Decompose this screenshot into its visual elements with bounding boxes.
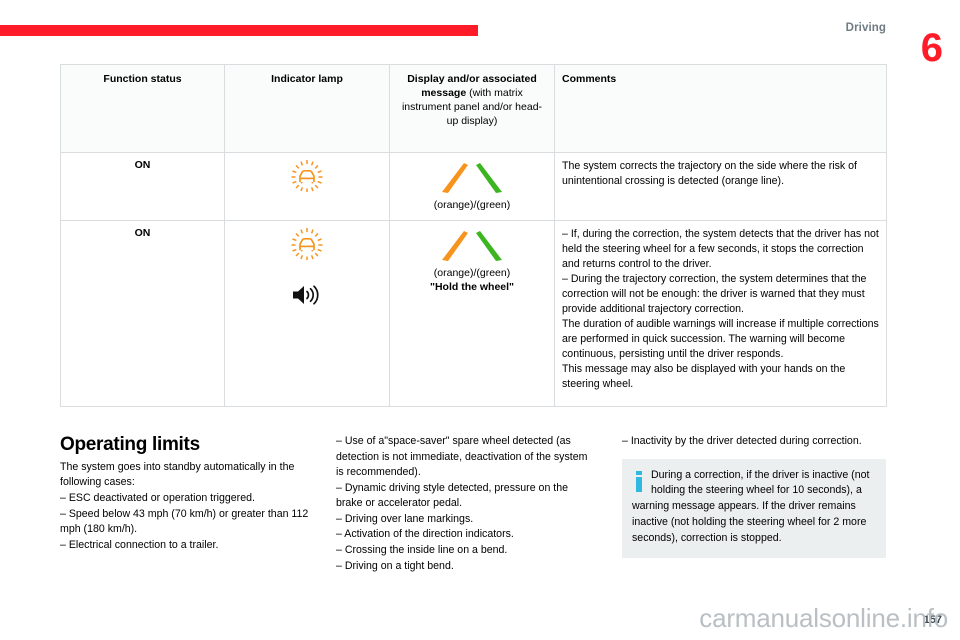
operating-limits-item: – Driving on a tight bend. bbox=[336, 559, 454, 572]
cell-function-status: ON bbox=[60, 220, 225, 407]
column-header-comments: Comments bbox=[554, 64, 887, 153]
table-header-row: Function status Indicator lamp Display a… bbox=[60, 64, 887, 153]
speaker-icon bbox=[292, 284, 322, 306]
table-row: ON bbox=[60, 220, 887, 407]
lane-keeping-assist-warning-icon bbox=[289, 227, 325, 261]
operating-limits-column: Operating limits The system goes into st… bbox=[60, 434, 316, 553]
function-status-table: Function status Indicator lamp Display a… bbox=[60, 64, 887, 407]
manual-page: Driving 6 Function status Indicator lamp… bbox=[0, 0, 960, 640]
column-header-display-message: Display and/or associated message (with … bbox=[389, 64, 555, 153]
operating-limits-intro: The system goes into standby automatical… bbox=[60, 460, 295, 489]
cell-display-message: (orange)/(green) "Hold the wheel" bbox=[389, 220, 555, 407]
section-title: Operating limits bbox=[60, 434, 200, 455]
info-i-icon bbox=[636, 470, 642, 492]
column-header-function-status: Function status bbox=[60, 64, 225, 153]
column-header-indicator-lamp: Indicator lamp bbox=[224, 64, 390, 153]
operating-limits-item: – Use of a"space-saver" spare wheel dete… bbox=[336, 435, 588, 479]
header-section-label: Driving bbox=[845, 22, 886, 34]
operating-limits-column-continued: – Use of a"space-saver" spare wheel dete… bbox=[336, 434, 592, 574]
operating-limits-item: – Inactivity by the driver detected duri… bbox=[622, 435, 862, 447]
cell-comments: – If, during the correction, the system … bbox=[554, 220, 887, 407]
info-callout-text: During a correction, if the driver is in… bbox=[632, 468, 870, 545]
cell-comments: The system corrects the trajectory on th… bbox=[554, 152, 887, 221]
chapter-number: 6 bbox=[920, 26, 943, 70]
operating-limits-column-end: – Inactivity by the driver detected duri… bbox=[622, 434, 886, 559]
table-row: ON bbox=[60, 152, 887, 221]
operating-limits-item: – Dynamic driving style detected, pressu… bbox=[336, 481, 569, 510]
lane-lines-orange-green-icon bbox=[442, 231, 502, 261]
display-message-text: "Hold the wheel" bbox=[429, 281, 515, 294]
lane-keeping-assist-warning-icon bbox=[289, 159, 325, 193]
lane-lines-orange-green-icon bbox=[442, 163, 502, 193]
display-caption: (orange)/(green) bbox=[433, 267, 511, 279]
header-red-rule bbox=[0, 25, 478, 36]
operating-limits-item: – ESC deactivated or operation triggered… bbox=[60, 491, 255, 504]
cell-function-status: ON bbox=[60, 152, 225, 221]
operating-limits-item: – Driving over lane markings. bbox=[336, 512, 474, 525]
cell-indicator-lamp bbox=[224, 220, 390, 407]
info-callout-box: During a correction, if the driver is in… bbox=[622, 458, 886, 559]
operating-limits-item: – Speed below 43 mph (70 km/h) or greate… bbox=[60, 507, 309, 536]
operating-limits-item: – Activation of the direction indicators… bbox=[336, 528, 514, 541]
operating-limits-item: – Crossing the inside line on a bend. bbox=[336, 543, 508, 556]
cell-indicator-lamp bbox=[224, 152, 390, 221]
cell-display-message: (orange)/(green) bbox=[389, 152, 555, 221]
display-caption: (orange)/(green) bbox=[433, 199, 511, 211]
operating-limits-item: – Electrical connection to a trailer. bbox=[60, 538, 219, 551]
watermark: carmanualsonline.info bbox=[699, 603, 948, 633]
